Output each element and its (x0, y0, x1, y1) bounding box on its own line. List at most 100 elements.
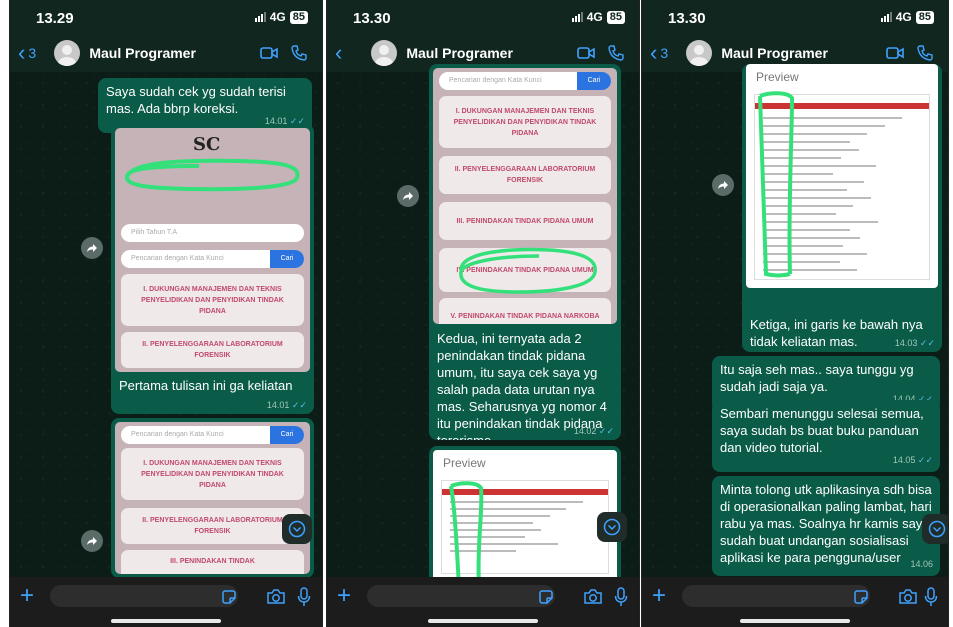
phone-screen-2: 13.30 4G 85 ‹ Maul Programer Pencarian d… (326, 0, 640, 627)
camera-icon[interactable] (583, 588, 603, 610)
phone-screen-3: 13.30 4G 85 ‹ 3 Maul Programer Preview K… (641, 0, 949, 627)
category-card: I. DUKUNGAN MANAJEMEN DAN TEKNIS PENYELI… (121, 448, 304, 500)
status-time: 13.29 (36, 10, 74, 27)
contact-name[interactable]: Maul Programer (89, 45, 254, 61)
back-chevron-icon[interactable]: ‹ (650, 42, 657, 64)
message-bubble[interactable]: Minta tolong utk aplikasinya sdh bisa di… (712, 476, 940, 576)
read-receipt-icon: ✓✓ (919, 338, 935, 348)
microphone-icon[interactable] (614, 587, 628, 612)
search-input: Pencarian dengan Kata Kunci Cari (121, 426, 304, 444)
contact-name[interactable]: Maul Programer (406, 45, 571, 61)
camera-icon[interactable] (266, 588, 286, 610)
preview-title: Preview (756, 70, 799, 84)
forward-icon[interactable] (81, 237, 103, 259)
message-text: Saya sudah cek yg sudah terisi mas. Ada … (106, 84, 286, 116)
screenshot-image: SC Pilih Tahun T.A Pencarian dengan Kata… (115, 128, 310, 372)
image-message[interactable]: Preview (429, 446, 621, 586)
camera-icon[interactable] (898, 588, 918, 610)
search-input: Pencarian dengan Kata Kunci Cari (439, 72, 611, 90)
search-button: Cari (270, 250, 304, 268)
battery-level: 85 (606, 10, 625, 24)
home-indicator (428, 619, 538, 623)
highlight-scribble (125, 158, 300, 192)
signal-icon (254, 12, 266, 22)
phone-call-icon[interactable] (910, 45, 940, 61)
category-card: III. PENINDAKAN TINDAK (121, 550, 304, 574)
avatar[interactable] (686, 40, 713, 66)
highlight-scribble (758, 91, 795, 278)
forward-icon[interactable] (712, 174, 734, 196)
back-chevron-icon[interactable]: ‹ (18, 42, 25, 64)
scroll-down-icon[interactable] (282, 514, 312, 544)
image-message[interactable]: Pencarian dengan Kata Kunci Cari I. DUKUN… (429, 64, 621, 440)
signal-icon (571, 12, 583, 22)
scroll-down-icon[interactable] (922, 514, 948, 544)
signal-icon (880, 12, 892, 22)
status-bar: 13.29 4G 85 (10, 0, 322, 34)
image-caption: Kedua, ini ternyata ada 2 penindakan tin… (437, 331, 607, 440)
plus-icon[interactable]: + (337, 584, 351, 608)
forward-icon[interactable] (397, 185, 419, 207)
input-bar: + (642, 577, 948, 627)
image-message[interactable]: SC Pilih Tahun T.A Pencarian dengan Kata… (111, 124, 314, 414)
category-card: I. DUKUNGAN MANAJEMEN DAN TEKNIS PENYELI… (439, 96, 611, 148)
message-time: 14.03 (894, 338, 918, 348)
network-type: 4G (586, 10, 603, 24)
input-bar: + (327, 577, 639, 627)
input-bar: + (10, 577, 322, 627)
highlight-scribble (459, 247, 597, 294)
microphone-icon[interactable] (297, 587, 311, 612)
image-message[interactable]: Pencarian dengan Kata Kunci Cari I. DUKUN… (111, 418, 314, 578)
message-text: Minta tolong utk aplikasinya sdh bisa di… (720, 482, 932, 565)
category-card: V. PENINDAKAN TINDAK PIDANA NARKOBA (439, 298, 611, 324)
screenshot-image: Pencarian dengan Kata Kunci Cari I. DUKUN… (433, 68, 617, 324)
category-card: II. PENYELENGGARAAN LABORATORIUM FORENSI… (439, 156, 611, 194)
image-caption: Pertama tulisan ini ga keliatan (119, 378, 293, 393)
message-bubble[interactable]: Sembari menunggu selesai semua, saya sud… (712, 400, 940, 472)
contact-name[interactable]: Maul Programer (721, 45, 880, 61)
scroll-down-icon[interactable] (597, 512, 627, 542)
message-time: 14.01 (266, 400, 290, 410)
message-input[interactable] (367, 585, 555, 607)
document-preview: Preview (746, 64, 938, 288)
search-button: Cari (270, 426, 304, 444)
video-call-icon[interactable] (571, 46, 601, 60)
phone-call-icon[interactable] (601, 45, 631, 61)
network-type: 4G (895, 10, 912, 24)
page: 13.29 4G 85 ‹ 3 Maul Programer Saya suda… (0, 0, 953, 627)
unread-count[interactable]: 3 (28, 45, 42, 61)
battery-level: 85 (289, 10, 308, 24)
back-chevron-icon[interactable]: ‹ (335, 42, 342, 64)
forward-icon[interactable] (81, 530, 103, 552)
chat-header: ‹ 3 Maul Programer (10, 34, 322, 72)
status-bar: 13.30 4G 85 (642, 0, 948, 34)
document-preview: Preview (433, 450, 617, 582)
image-message[interactable]: Preview (742, 64, 942, 352)
category-card: II. PENYELENGGARAAN LABORATORIUM FORENSI… (121, 508, 304, 544)
sticker-icon[interactable] (853, 589, 869, 610)
battery-level: 85 (915, 10, 934, 24)
video-call-icon[interactable] (254, 46, 284, 60)
message-input[interactable] (682, 585, 870, 607)
message-time: 14.02 (573, 426, 597, 436)
network-type: 4G (269, 10, 286, 24)
sticker-icon[interactable] (538, 589, 554, 610)
microphone-icon[interactable] (924, 587, 938, 612)
message-text: Itu saja seh mas.. saya tunggu yg sudah … (720, 362, 914, 394)
avatar[interactable] (371, 40, 398, 66)
screenshot-image: Pencarian dengan Kata Kunci Cari I. DUKUN… (115, 422, 310, 574)
plus-icon[interactable]: + (652, 584, 666, 608)
message-input[interactable] (50, 585, 238, 607)
read-receipt-icon: ✓✓ (598, 426, 614, 436)
unread-count[interactable]: 3 (660, 45, 674, 61)
search-button: Cari (577, 72, 611, 90)
avatar[interactable] (54, 40, 81, 66)
category-card: III. PENINDAKAN TINDAK PIDANA UMUM (439, 202, 611, 240)
phone-call-icon[interactable] (284, 45, 314, 61)
preview-title: Preview (443, 456, 486, 470)
plus-icon[interactable]: + (20, 584, 34, 608)
message-time: 14.06 (910, 559, 933, 569)
highlight-scribble (449, 481, 484, 582)
video-call-icon[interactable] (880, 46, 910, 60)
sticker-icon[interactable] (221, 589, 237, 610)
